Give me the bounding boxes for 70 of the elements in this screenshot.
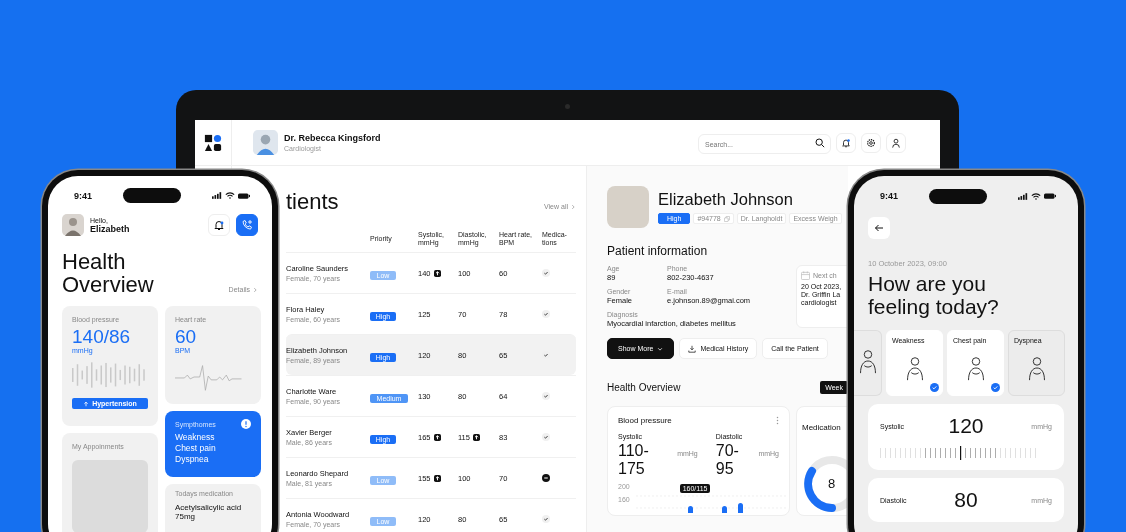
- avatar-icon: [62, 214, 84, 236]
- check-icon: [542, 351, 550, 359]
- patient-name: Elizabeth Johnson: [658, 190, 794, 209]
- call-button[interactable]: [236, 214, 258, 236]
- symptom-text: Weakness: [175, 432, 216, 443]
- arrow-up-icon: [472, 433, 480, 441]
- symptom-text: Dyspnea: [175, 454, 210, 465]
- arrow-up-icon: [83, 400, 90, 407]
- notification-button[interactable]: [836, 132, 856, 153]
- back-button[interactable]: [868, 217, 890, 239]
- arrow-up-icon: [433, 269, 441, 277]
- minus-icon: [542, 474, 550, 482]
- measurement-value: 80: [954, 488, 978, 512]
- settings-icon: [866, 137, 876, 148]
- profile-button[interactable]: [886, 132, 906, 153]
- check-icon: [991, 383, 1000, 392]
- dynamic-island: [123, 188, 181, 203]
- arrow-up-icon: [433, 474, 441, 482]
- battery-icon: [1044, 193, 1056, 199]
- settings-button[interactable]: [861, 132, 881, 153]
- phone-plus-icon: [241, 219, 253, 231]
- alert-icon: [241, 419, 251, 429]
- section-heading: Health Overview: [607, 382, 681, 393]
- doctor-name: Dr. Rebecca Kingsford: [284, 133, 381, 143]
- wifi-icon: [1031, 192, 1041, 200]
- chevron-right-icon: [570, 203, 576, 210]
- status-time: 9:41: [880, 191, 898, 201]
- search-icon: [815, 137, 825, 148]
- battery-icon: [238, 192, 250, 199]
- patients-heading: tients: [286, 190, 339, 214]
- medication-name: Acetylsalicylic acid 75mg: [175, 503, 243, 521]
- user-icon: [891, 137, 901, 148]
- bell-icon: [213, 219, 225, 231]
- measurement-value: 120: [948, 414, 984, 438]
- card-title: Medication: [802, 423, 841, 432]
- dynamic-island: [929, 188, 987, 204]
- reading-value: 70-95: [715, 442, 740, 478]
- avatar-icon: [253, 130, 278, 155]
- check-icon: [542, 515, 550, 523]
- arrow-left-icon: [874, 223, 884, 233]
- donut-value: 8: [828, 476, 836, 491]
- question-heading: How are you feeling today?: [868, 272, 1000, 318]
- heart-rate-value: 60: [175, 327, 198, 347]
- page-title: Health Overview: [62, 250, 155, 296]
- copy-icon: [723, 215, 730, 222]
- download-icon: [688, 344, 697, 353]
- symptom-text: Chest pain: [175, 443, 217, 454]
- logo-icon: [204, 133, 222, 152]
- blood-pressure-value: 140/86: [72, 327, 132, 347]
- signal-icon: [1018, 192, 1028, 200]
- check-icon: [542, 269, 550, 277]
- notification-button[interactable]: [208, 214, 230, 236]
- photo-placeholder: [607, 186, 649, 228]
- status-time: 9:41: [74, 190, 92, 201]
- section-heading: Patient information: [607, 244, 709, 258]
- chevron-down-icon: [657, 345, 664, 352]
- symptom-card[interactable]: [854, 330, 882, 396]
- bell-icon: [841, 137, 851, 148]
- arrow-up-icon: [433, 433, 441, 441]
- user-name: Elizabeth: [90, 223, 130, 234]
- card-title: Blood pressure: [618, 416, 672, 425]
- reading-value: 110-175: [618, 442, 650, 478]
- signal-icon: [212, 192, 222, 199]
- chevron-right-icon: [252, 286, 258, 293]
- calendar-icon: [801, 271, 810, 280]
- check-icon: [930, 383, 939, 392]
- check-icon: [542, 433, 550, 441]
- wifi-icon: [225, 192, 235, 199]
- check-icon: [542, 310, 550, 318]
- check-icon: [542, 392, 550, 400]
